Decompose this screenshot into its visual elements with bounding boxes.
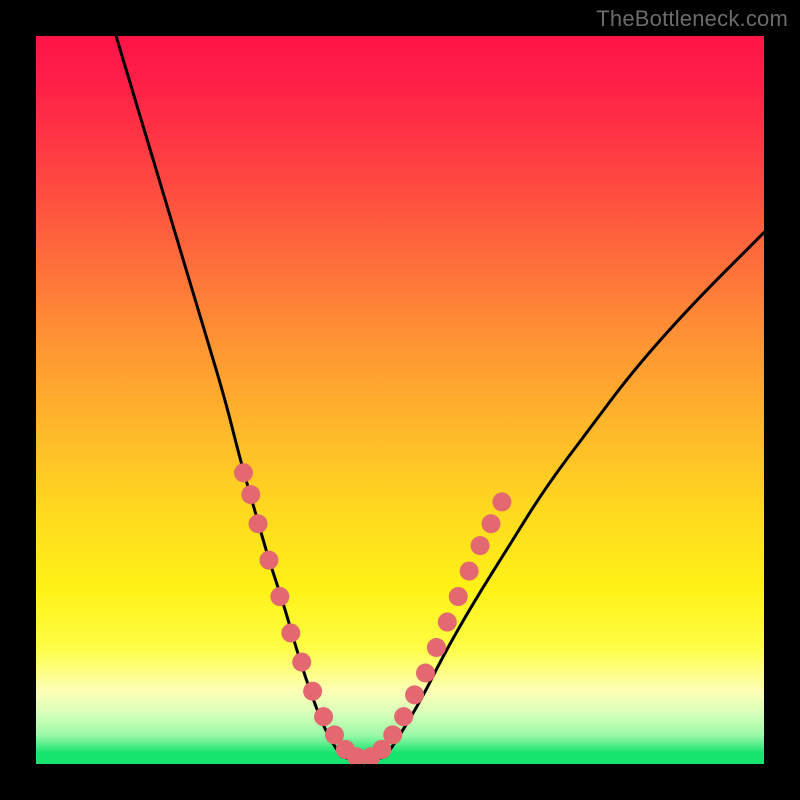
highlight-dot-right <box>416 664 435 683</box>
highlight-dot-right <box>427 638 446 657</box>
watermark-label: TheBottleneck.com <box>596 6 788 32</box>
highlight-dot-left <box>241 485 260 504</box>
highlight-dot-right <box>449 587 468 606</box>
highlight-dot-right <box>471 536 490 555</box>
highlight-dot-left <box>314 707 333 726</box>
highlight-dot-left <box>270 587 289 606</box>
chart-frame: TheBottleneck.com <box>0 0 800 800</box>
highlight-dot-left <box>259 551 278 570</box>
highlight-dot-left <box>303 682 322 701</box>
highlight-dot-right <box>492 492 511 511</box>
highlight-dot-left <box>234 463 253 482</box>
highlight-dot-right <box>394 707 413 726</box>
plot-area <box>36 36 764 764</box>
highlight-dot-left <box>281 623 300 642</box>
highlight-dot-right <box>383 725 402 744</box>
curve-layer <box>36 36 764 764</box>
highlight-dot-right <box>438 613 457 632</box>
highlight-dot-right <box>482 514 501 533</box>
highlight-dot-left <box>249 514 268 533</box>
highlight-dot-right <box>405 685 424 704</box>
highlight-dot-right <box>460 562 479 581</box>
highlight-dot-left <box>292 653 311 672</box>
